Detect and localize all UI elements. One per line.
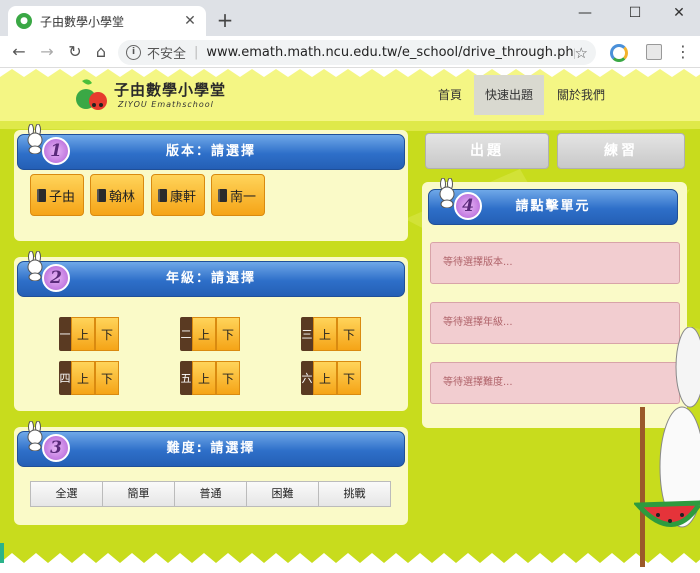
logo-mascot-icon	[76, 79, 107, 110]
grade-number: 六	[301, 361, 313, 395]
browser-tab[interactable]: ● 子由數學小學堂 ✕	[8, 6, 206, 36]
publisher-option-label: 南一	[230, 189, 257, 205]
forward-icon[interactable]: →	[36, 41, 58, 63]
url-text[interactable]: www.emath.math.ncu.edu.tw/e_school/drive…	[206, 45, 574, 60]
grade-number: 四	[59, 361, 71, 395]
cast-icon[interactable]	[646, 44, 662, 60]
grade-number: 二	[180, 317, 192, 351]
grade-4-selector: 四 上 下	[59, 361, 119, 395]
difficulty-normal-button[interactable]: 普通	[175, 482, 247, 506]
site-header: 子由數學小學堂 ZIYOU Emathschool 首頁 快速出題 關於我們	[0, 69, 700, 121]
nav-home[interactable]: 首頁	[430, 75, 470, 115]
site-favicon-icon: ●	[16, 13, 32, 29]
bookmark-star-icon[interactable]: ☆	[575, 44, 588, 62]
menu-icon[interactable]: ⋮	[672, 41, 694, 63]
browser-toolbar: ← → ↻ ⌂ i 不安全 | www.emath.math.ncu.edu.t…	[0, 36, 700, 68]
publisher-option-kangxuan[interactable]: 康軒	[151, 174, 205, 216]
publisher-option-label: 翰林	[109, 189, 136, 205]
publisher-option-label: 子由	[49, 189, 76, 205]
practice-button[interactable]: 練習	[557, 133, 685, 169]
grade-4-first-semester[interactable]: 上	[71, 361, 95, 395]
publisher-option-nanyi[interactable]: 南一	[211, 174, 265, 216]
grade-number: 三	[301, 317, 313, 351]
grade-panel: 年級：請選擇 2 一 上 下 二 上 下 三 上 下 四 上 下 五 上 下 六…	[14, 251, 408, 411]
book-icon	[37, 188, 46, 202]
difficulty-hard-button[interactable]: 困難	[247, 482, 319, 506]
back-icon[interactable]: ←	[8, 41, 30, 63]
logo-title: 子由數學小學堂	[114, 81, 227, 99]
new-tab-button[interactable]: +	[214, 9, 236, 31]
nav-quick-quiz[interactable]: 快速出題	[474, 75, 544, 115]
close-icon[interactable]: ✕	[656, 2, 700, 24]
minimize-icon[interactable]: —	[562, 2, 608, 24]
publisher-option-label: 康軒	[170, 189, 197, 205]
publisher-option-ziyou[interactable]: 子由	[30, 174, 84, 216]
grade-3-first-semester[interactable]: 上	[313, 317, 337, 351]
book-icon	[218, 188, 227, 202]
grade-6-first-semester[interactable]: 上	[313, 361, 337, 395]
url-separator: |	[194, 45, 199, 60]
difficulty-easy-button[interactable]: 簡單	[103, 482, 175, 506]
step-number-badge: 4	[454, 192, 482, 220]
logo-subtitle: ZIYOU Emathschool	[118, 100, 214, 109]
address-bar[interactable]: i 不安全 | www.emath.math.ncu.edu.tw/e_scho…	[118, 40, 596, 65]
step-number-badge: 1	[42, 137, 70, 165]
maximize-icon[interactable]: ☐	[612, 2, 658, 24]
grade-1-selector: 一 上 下	[59, 317, 119, 351]
grade-panel-header: 年級：請選擇	[17, 261, 405, 297]
difficulty-panel-header: 難度: 請選擇	[17, 431, 405, 467]
grade-3-selector: 三 上 下	[301, 317, 361, 351]
grade-number: 五	[180, 361, 192, 395]
difficulty-all-button[interactable]: 全選	[31, 482, 103, 506]
info-icon[interactable]: i	[126, 45, 141, 60]
tab-close-icon[interactable]: ✕	[182, 13, 198, 29]
reload-icon[interactable]: ↻	[64, 41, 86, 63]
tab-title: 子由數學小學堂	[40, 14, 125, 29]
step-number-badge: 3	[42, 434, 70, 462]
grade-2-second-semester[interactable]: 下	[216, 317, 240, 351]
grade-3-second-semester[interactable]: 下	[337, 317, 361, 351]
browser-tab-bar: ● 子由數學小學堂 ✕ + — ☐ ✕	[0, 0, 700, 36]
status-waiting-publisher: 等待選擇版本...	[430, 242, 680, 284]
generate-quiz-button[interactable]: 出題	[425, 133, 549, 169]
grade-1-first-semester[interactable]: 上	[71, 317, 95, 351]
extension-icon[interactable]	[610, 44, 628, 62]
page-content: 子由數學小學堂 ZIYOU Emathschool 首頁 快速出題 關於我們 版…	[0, 69, 700, 573]
site-logo[interactable]: 子由數學小學堂 ZIYOU Emathschool	[72, 75, 232, 117]
rabbit-watermelon-mascot	[634, 327, 700, 567]
grade-5-first-semester[interactable]: 上	[192, 361, 216, 395]
grade-2-first-semester[interactable]: 上	[192, 317, 216, 351]
book-icon	[97, 188, 106, 202]
publisher-option-hanlin[interactable]: 翰林	[90, 174, 144, 216]
grade-5-selector: 五 上 下	[180, 361, 240, 395]
difficulty-challenge-button[interactable]: 挑戰	[319, 482, 390, 506]
grade-1-second-semester[interactable]: 下	[95, 317, 119, 351]
grade-4-second-semester[interactable]: 下	[95, 361, 119, 395]
grade-5-second-semester[interactable]: 下	[216, 361, 240, 395]
security-label: 不安全	[147, 47, 187, 62]
grade-6-selector: 六 上 下	[301, 361, 361, 395]
publisher-panel-header: 版本：請選擇	[17, 134, 405, 170]
step-number-badge: 2	[42, 264, 70, 292]
nav-about-us[interactable]: 關於我們	[552, 75, 610, 115]
difficulty-panel: 難度: 請選擇 3 全選 簡單 普通 困難 挑戰	[14, 421, 408, 525]
grade-2-selector: 二 上 下	[180, 317, 240, 351]
grade-number: 一	[59, 317, 71, 351]
grade-6-second-semester[interactable]: 下	[337, 361, 361, 395]
publisher-panel: 版本：請選擇 1 子由 翰林 康軒 南一	[14, 124, 408, 241]
home-icon[interactable]: ⌂	[90, 41, 112, 63]
difficulty-options: 全選 簡單 普通 困難 挑戰	[30, 481, 391, 507]
book-icon	[158, 188, 167, 202]
